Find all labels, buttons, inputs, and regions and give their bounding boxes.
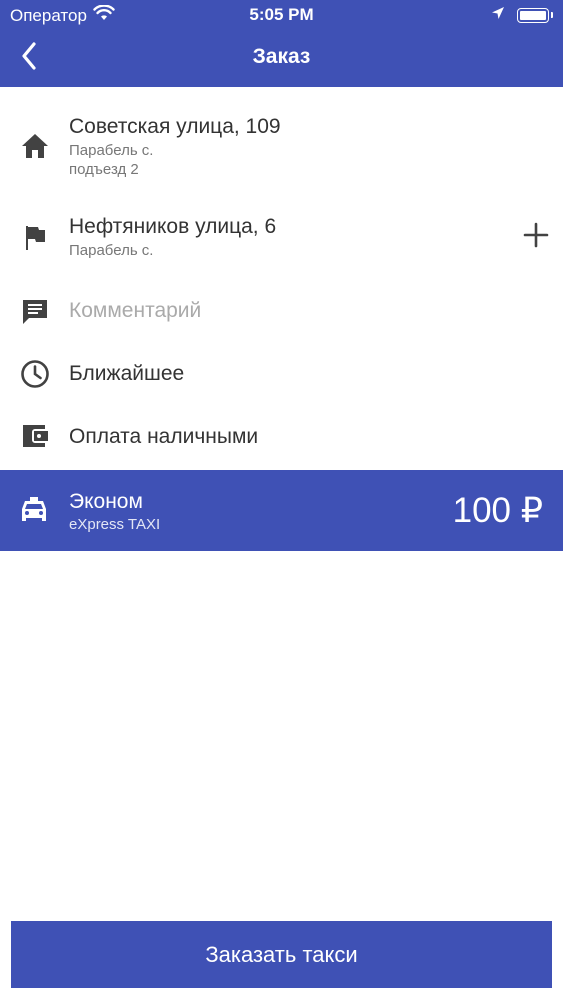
comment-input[interactable]: Комментарий <box>69 299 201 323</box>
payment-label: Оплата наличными <box>69 425 259 448</box>
address-from-row[interactable]: Советская улица, 109 Парабель с. подъезд… <box>0 100 563 195</box>
comment-row[interactable]: Комментарий <box>0 285 563 340</box>
order-taxi-button[interactable]: Заказать такси <box>11 921 552 988</box>
battery-icon <box>517 7 549 23</box>
time-label: Ближайшее <box>69 362 185 385</box>
time-row[interactable]: Ближайшее <box>0 348 563 403</box>
tariff-price: 100 ₽ <box>452 491 543 530</box>
page-title: Заказ <box>252 45 311 68</box>
address-from-entrance: подъезд 2 <box>69 161 139 178</box>
tariff-company: eXpress TAXI <box>69 516 161 533</box>
flag-icon <box>19 222 51 254</box>
address-to-street: Нефтяников улица, 6 <box>69 215 277 238</box>
address-from-street: Советская улица, 109 <box>69 115 281 138</box>
status-bar: Оператор 5:05 PM <box>0 0 563 30</box>
wallet-icon <box>19 420 51 452</box>
status-right-group <box>491 5 553 25</box>
clock-icon <box>19 358 51 390</box>
payment-row[interactable]: Оплата наличными <box>0 410 563 465</box>
comment-icon <box>19 296 51 328</box>
address-to-row[interactable]: Нефтяников улица, 6 Парабель с. <box>0 205 563 275</box>
battery-cap <box>551 12 553 18</box>
tariff-card[interactable]: Эконом eXpress TAXI 100 ₽ <box>0 470 563 551</box>
address-from-city: Парабель с. <box>69 142 154 159</box>
home-icon <box>19 130 51 162</box>
address-to-city: Парабель с. <box>69 242 154 259</box>
nav-bar: Заказ <box>0 30 563 87</box>
taxi-icon <box>19 495 49 530</box>
tariff-name: Эконом <box>69 490 143 513</box>
plus-icon <box>523 222 549 248</box>
location-arrow-icon <box>491 5 505 25</box>
status-time: 5:05 PM <box>249 5 314 24</box>
add-stop-button[interactable] <box>523 222 549 248</box>
